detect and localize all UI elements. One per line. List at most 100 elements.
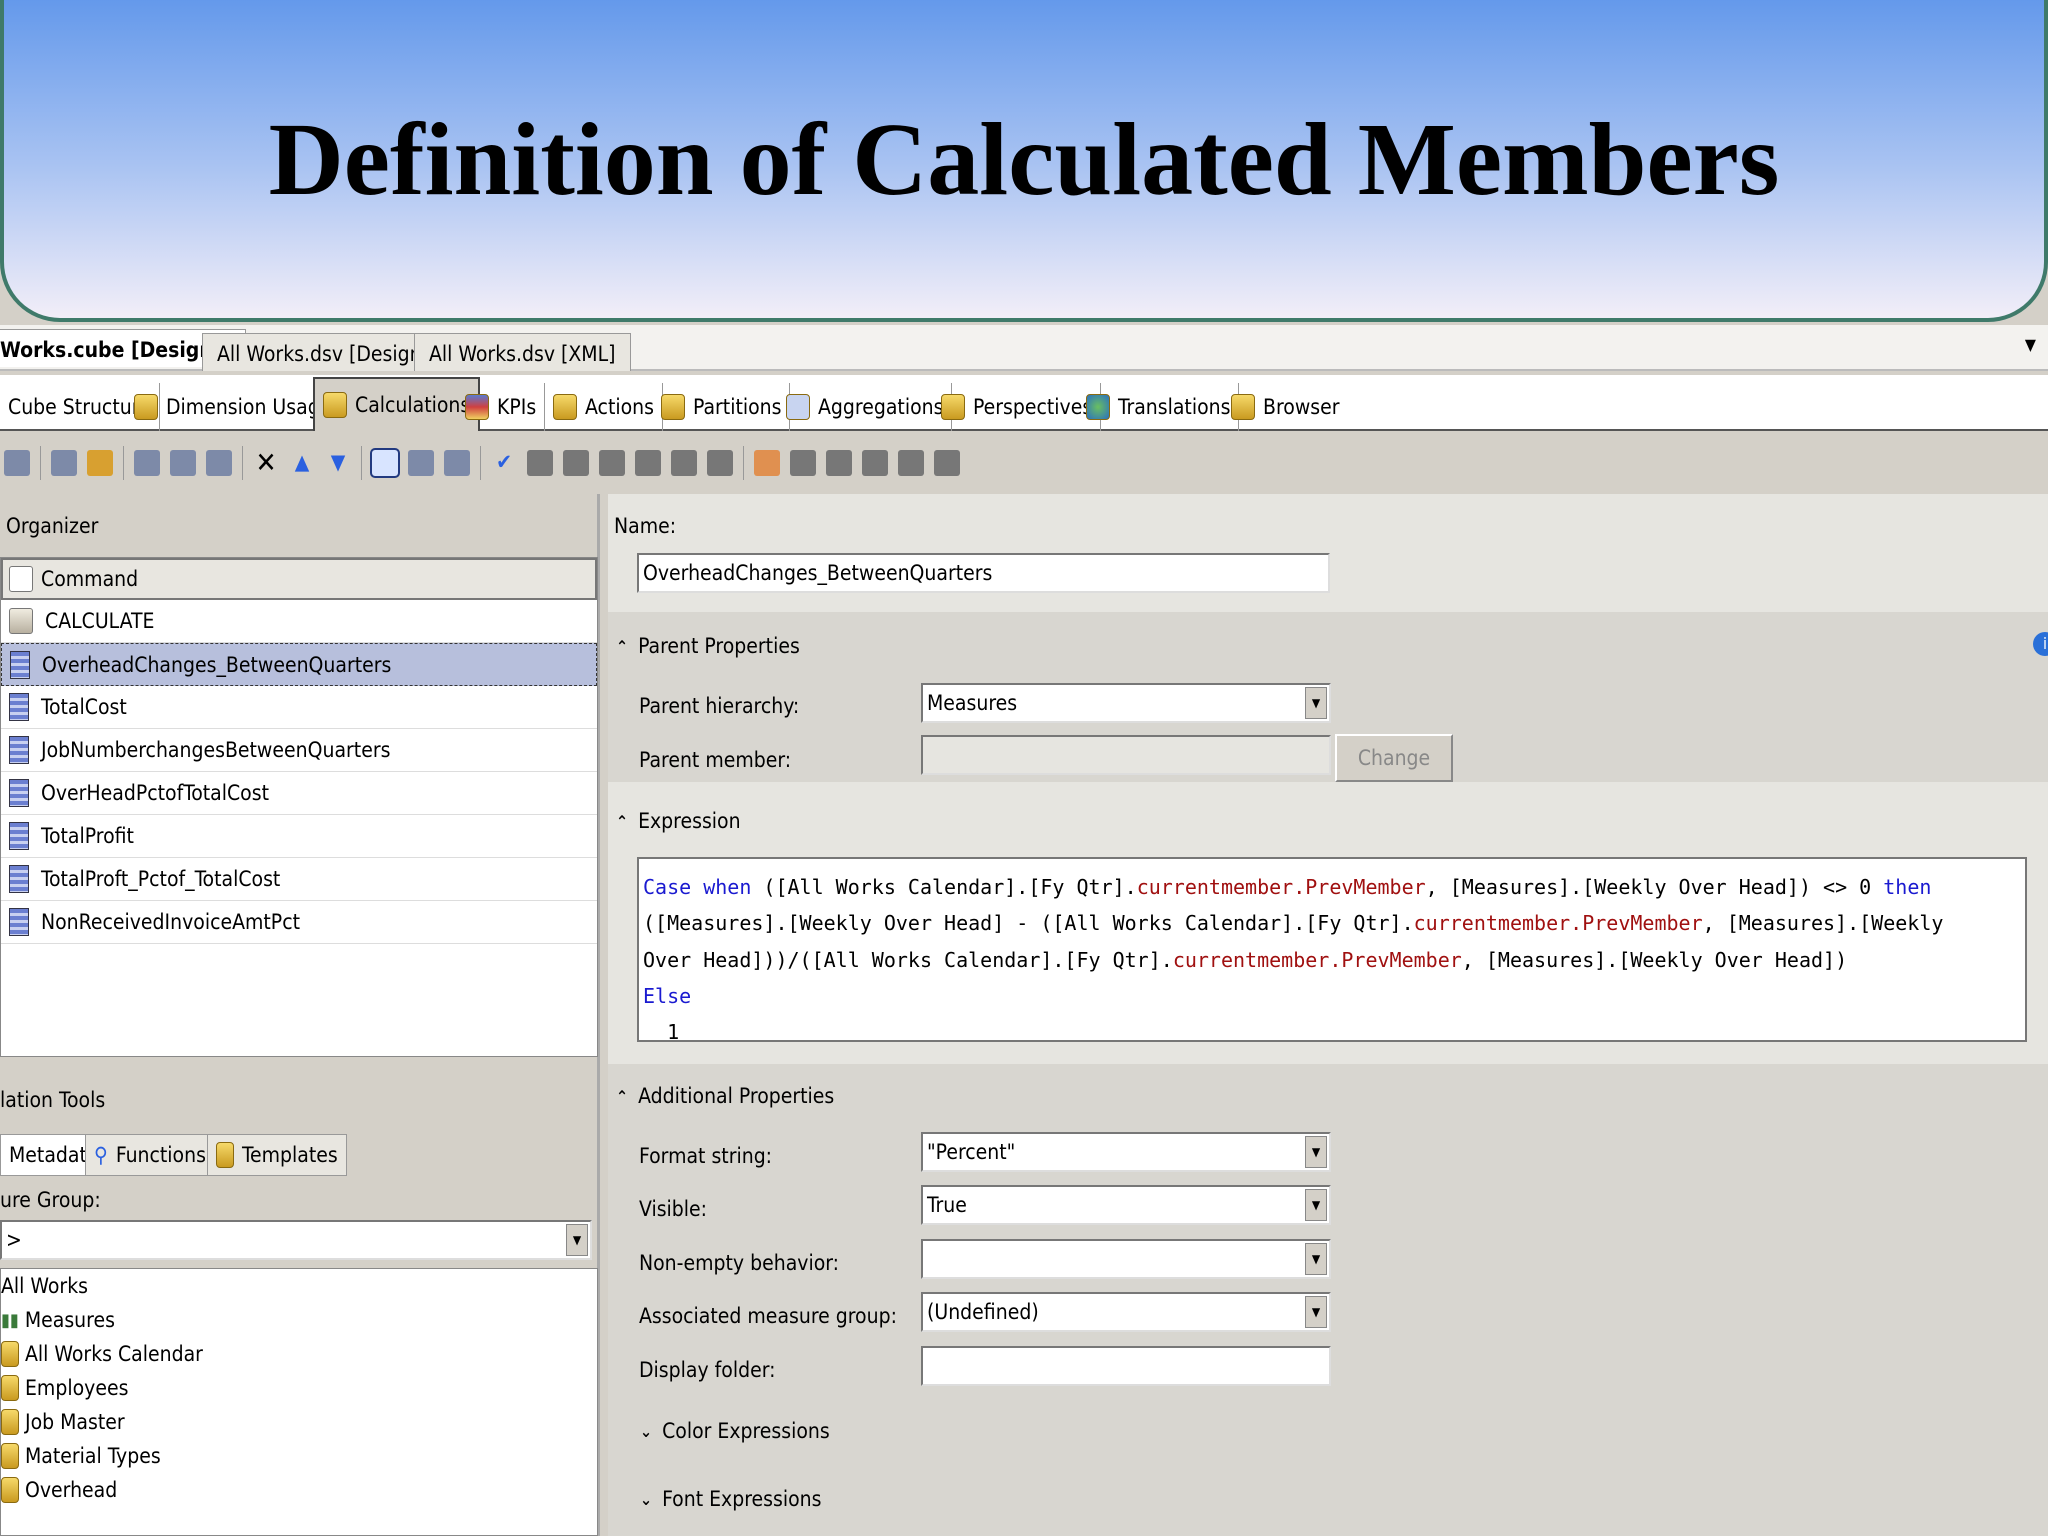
tab-browser[interactable]: Browser	[1223, 383, 1348, 431]
dropdown-arrow-icon[interactable]: ▼	[1305, 1189, 1327, 1221]
change-button[interactable]: Change	[1335, 734, 1453, 782]
form-view-icon[interactable]	[370, 448, 400, 478]
color-expressions-header[interactable]: ⌄ Color Expressions	[640, 1419, 830, 1443]
toolbar: ✕ ▲ ▼ ✔	[0, 432, 2048, 494]
command-column-header[interactable]: Command	[1, 558, 597, 600]
tab-partitions[interactable]: Partitions	[653, 383, 791, 431]
select-value: Measures	[927, 691, 1018, 715]
dimension-icon	[1, 1375, 19, 1401]
tab-list-dropdown-icon[interactable]: ▼	[2025, 335, 2036, 354]
reconnect-icon[interactable]	[4, 450, 30, 476]
non-empty-behavior-label: Non-empty behavior:	[639, 1251, 840, 1275]
measure-group-select[interactable]: > ▼	[0, 1220, 592, 1260]
calculated-member-icon	[9, 736, 29, 764]
tab-label: Actions	[585, 395, 654, 419]
organizer-row[interactable]: JobNumberchangesBetweenQuarters	[1, 729, 597, 772]
organizer-row[interactable]: NonReceivedInvoiceAmtPct	[1, 901, 597, 944]
tree-item[interactable]: Overhead	[1, 1473, 597, 1507]
outdent-icon[interactable]	[671, 450, 697, 476]
tab-perspectives[interactable]: Perspectives	[933, 383, 1102, 431]
debug-icon[interactable]	[826, 450, 852, 476]
tree-item[interactable]: ▮▮ Measures	[1, 1303, 597, 1337]
name-input[interactable]: OverheadChanges_BetweenQuarters	[637, 553, 1330, 593]
non-empty-behavior-select[interactable]: ▼	[921, 1239, 1331, 1279]
tab-kpis[interactable]: KPIs	[457, 383, 546, 431]
visible-select[interactable]: True ▼	[921, 1185, 1331, 1225]
step-icon[interactable]	[934, 450, 960, 476]
calculation-properties-icon[interactable]	[444, 450, 470, 476]
expression-header[interactable]: ⌃ Expression	[616, 809, 741, 833]
organizer-row[interactable]: OverHeadPctofTotalCost	[1, 772, 597, 815]
script-view-icon[interactable]	[408, 450, 434, 476]
tab-calculations[interactable]: Calculations	[313, 377, 481, 431]
clear-icon[interactable]	[898, 450, 924, 476]
organizer-row[interactable]: TotalProfit	[1, 815, 597, 858]
organizer-row[interactable]: TotalCost	[1, 686, 597, 729]
collapse-icon: ⌃	[616, 636, 629, 656]
organizer-row-selected[interactable]: OverheadChanges_BetweenQuarters	[1, 643, 597, 686]
font-icon[interactable]	[527, 450, 553, 476]
dropdown-arrow-icon[interactable]: ▼	[1305, 1243, 1327, 1275]
comment-icon[interactable]	[635, 450, 661, 476]
section-label: Additional Properties	[638, 1084, 835, 1108]
associated-measure-group-label: Associated measure group:	[639, 1304, 897, 1328]
code: ([All Works Calendar].[Fy Qtr].	[751, 875, 1137, 899]
parent-properties-header[interactable]: ⌃ Parent Properties	[616, 634, 800, 658]
tab-label: Aggregations	[818, 395, 944, 419]
tab-actions[interactable]: Actions	[545, 383, 663, 431]
tree-item[interactable]: Job Master	[1, 1405, 597, 1439]
user-icon[interactable]	[754, 450, 780, 476]
new-calculated-member-icon[interactable]	[134, 450, 160, 476]
doc-tab-dsv-xml[interactable]: All Works.dsv [XML]	[414, 333, 631, 371]
grid-icon[interactable]	[563, 450, 589, 476]
additional-properties-header[interactable]: ⌃ Additional Properties	[616, 1084, 834, 1108]
breakpoint-icon[interactable]	[790, 450, 816, 476]
align-icon[interactable]	[599, 450, 625, 476]
edit-icon[interactable]	[87, 450, 113, 476]
tab-translations[interactable]: Translations	[1078, 383, 1240, 431]
move-up-icon[interactable]: ▲	[289, 450, 315, 476]
dropdown-arrow-icon[interactable]: ▼	[1305, 1136, 1327, 1168]
calculated-member-icon	[10, 650, 30, 679]
process-icon[interactable]	[51, 450, 77, 476]
row-label: TotalProft_Pctof_TotalCost	[41, 867, 281, 891]
move-down-icon[interactable]: ▼	[325, 450, 351, 476]
tab-functions[interactable]: ⚲ Functions	[85, 1134, 215, 1176]
kpi-icon	[465, 394, 489, 420]
new-script-command-icon[interactable]	[206, 450, 232, 476]
tree-label: All Works	[1, 1274, 88, 1298]
parent-hierarchy-select[interactable]: Measures ▼	[921, 683, 1331, 723]
code: , [Measures].[Weekly	[1702, 911, 1944, 936]
separator	[242, 446, 243, 480]
dropdown-arrow-icon[interactable]: ▼	[566, 1224, 588, 1256]
organizer-row[interactable]: TotalProft_Pctof_TotalCost	[1, 858, 597, 901]
dropdown-arrow-icon[interactable]: ▼	[1305, 1296, 1327, 1328]
tree-item-cube[interactable]: All Works	[1, 1269, 597, 1303]
delete-icon[interactable]: ✕	[253, 449, 279, 477]
doc-tab-dsv-design[interactable]: All Works.dsv [Design]	[202, 333, 444, 371]
tab-aggregations[interactable]: Aggregations	[778, 383, 953, 431]
expression-editor[interactable]: Case when ([All Works Calendar].[Fy Qtr]…	[637, 857, 2027, 1042]
tree-item[interactable]: All Works Calendar	[1, 1337, 597, 1371]
pin-icon[interactable]	[862, 450, 888, 476]
tab-dimension-usage[interactable]: Dimension Usage	[126, 383, 341, 431]
format-string-label: Format string:	[639, 1144, 773, 1168]
font-expressions-header[interactable]: ⌄ Font Expressions	[640, 1487, 821, 1511]
code: 1	[643, 1020, 680, 1042]
organizer-row[interactable]: CALCULATE	[1, 600, 597, 643]
designer-tabs: Cube Structure Dimension Usage Calculati…	[0, 375, 2048, 431]
tree-item[interactable]: Material Types	[1, 1439, 597, 1473]
associated-measure-group-select[interactable]: (Undefined) ▼	[921, 1292, 1331, 1332]
new-named-set-icon[interactable]	[170, 450, 196, 476]
calculation-form: Name: OverheadChanges_BetweenQuarters ⌃ P…	[608, 494, 2048, 1536]
tab-templates[interactable]: Templates	[207, 1134, 347, 1176]
display-folder-input[interactable]	[921, 1346, 1331, 1386]
format-string-select[interactable]: "Percent" ▼	[921, 1132, 1331, 1172]
tree-item[interactable]: Employees	[1, 1371, 597, 1405]
indent-icon[interactable]	[707, 450, 733, 476]
document-tabs: Works.cube [Design]* All Works.dsv [Desi…	[0, 325, 2048, 371]
check-syntax-icon[interactable]: ✔	[491, 450, 517, 476]
section-label: Parent Properties	[638, 634, 800, 658]
separator	[361, 446, 362, 480]
dropdown-arrow-icon[interactable]: ▼	[1305, 687, 1327, 719]
